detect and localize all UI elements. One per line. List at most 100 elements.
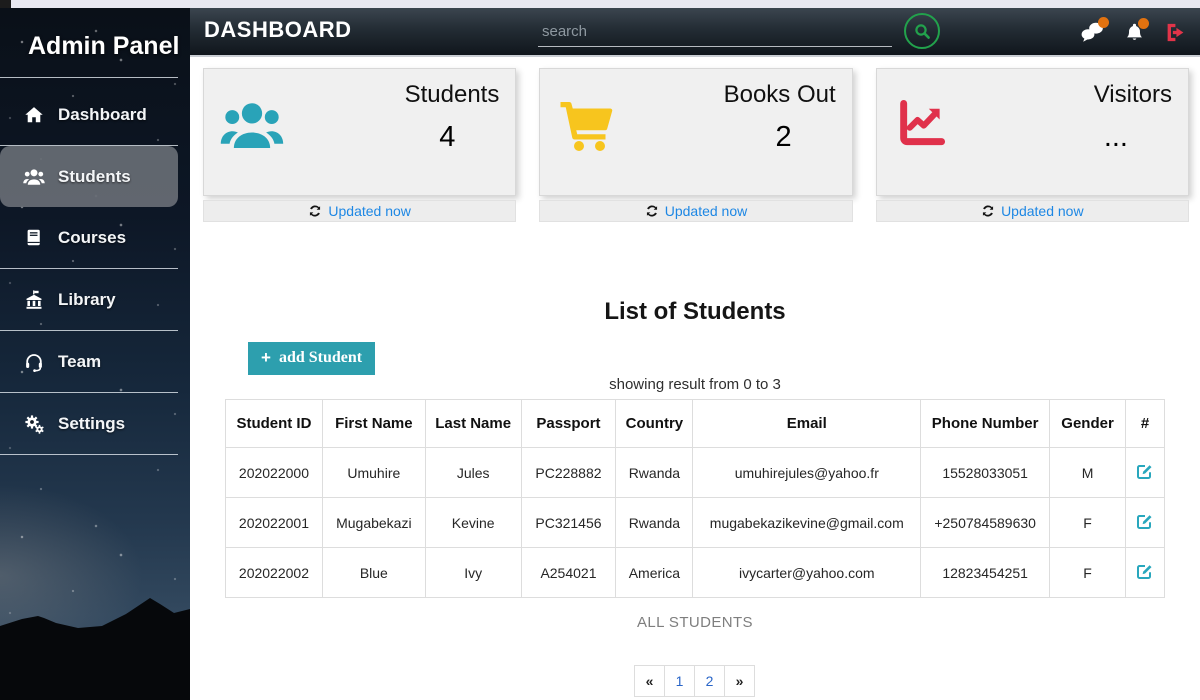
cell-country: America xyxy=(616,548,693,598)
pagination-page-2[interactable]: 2 xyxy=(694,665,725,697)
stat-card-visitors-body[interactable]: Visitors ... xyxy=(876,68,1189,196)
sidebar-item-team[interactable]: Team xyxy=(0,331,190,392)
window-edge-strip xyxy=(0,0,1200,8)
pagination-prev[interactable]: « xyxy=(634,665,665,697)
cell-last-name: Ivy xyxy=(425,548,521,598)
add-student-button[interactable]: + add Student xyxy=(248,342,375,375)
sidebar: Admin Panel Dashboard xyxy=(0,8,190,700)
edit-student-button[interactable] xyxy=(1136,462,1154,480)
cell-last-name: Jules xyxy=(425,448,521,498)
cell-phone: +250784589630 xyxy=(921,498,1050,548)
table-header-row: Student ID First Name Last Name Passport… xyxy=(226,400,1165,448)
stat-card-students-body[interactable]: Students 4 xyxy=(203,68,516,196)
card-value: 4 xyxy=(439,121,455,154)
cell-actions xyxy=(1126,548,1165,598)
cell-passport: PC321456 xyxy=(521,498,616,548)
library-building-icon xyxy=(22,289,45,310)
col-actions: # xyxy=(1126,400,1165,448)
cell-email: mugabekazikevine@gmail.com xyxy=(693,498,921,548)
cell-country: Rwanda xyxy=(616,498,693,548)
cell-student-id: 202022001 xyxy=(226,498,323,548)
cell-phone: 15528033051 xyxy=(921,448,1050,498)
edit-icon xyxy=(1136,512,1154,530)
cell-first-name: Mugabekazi xyxy=(322,498,425,548)
edit-student-button[interactable] xyxy=(1136,512,1154,530)
showing-results-text: showing result from 0 to 3 xyxy=(190,376,1200,393)
refresh-icon xyxy=(308,204,322,218)
home-icon xyxy=(22,104,45,125)
sidebar-item-label: Dashboard xyxy=(58,105,147,125)
col-email: Email xyxy=(693,400,921,448)
sidebar-item-dashboard[interactable]: Dashboard xyxy=(0,84,190,145)
users-icon xyxy=(22,166,45,187)
stat-card-books-body[interactable]: Books Out 2 xyxy=(539,68,852,196)
line-chart-icon xyxy=(893,97,949,183)
refresh-icon xyxy=(645,204,659,218)
cell-first-name: Blue xyxy=(322,548,425,598)
students-table: Student ID First Name Last Name Passport… xyxy=(225,399,1165,598)
table-row: 202022001 Mugabekazi Kevine PC321456 Rwa… xyxy=(226,498,1165,548)
notification-badge xyxy=(1138,18,1149,29)
logout-button[interactable] xyxy=(1164,22,1187,43)
sidebar-item-label: Settings xyxy=(58,414,125,434)
col-country: Country xyxy=(616,400,693,448)
col-phone: Phone Number xyxy=(921,400,1050,448)
search-icon xyxy=(914,23,931,40)
headset-icon xyxy=(22,351,45,372)
col-gender: Gender xyxy=(1050,400,1126,448)
divider xyxy=(0,454,178,455)
messages-button[interactable] xyxy=(1080,21,1105,43)
topbar: DASHBOARD xyxy=(190,8,1200,57)
divider xyxy=(0,330,178,331)
sidebar-item-courses[interactable]: Courses xyxy=(0,207,190,268)
cell-email: umuhirejules@yahoo.fr xyxy=(693,448,921,498)
card-title: Books Out xyxy=(724,81,836,109)
main-area: DASHBOARD xyxy=(190,8,1200,700)
list-of-students-heading: List of Students xyxy=(190,298,1200,326)
pagination: « 1 2 » xyxy=(190,665,1200,697)
page-title: DASHBOARD xyxy=(204,17,352,43)
sidebar-item-library[interactable]: Library xyxy=(0,269,190,330)
admin-panel-app: Admin Panel Dashboard xyxy=(0,8,1200,700)
table-row: 202022002 Blue Ivy A254021 America ivyca… xyxy=(226,548,1165,598)
cell-email: ivycarter@yahoo.com xyxy=(693,548,921,598)
col-first-name: First Name xyxy=(322,400,425,448)
cell-passport: A254021 xyxy=(521,548,616,598)
card-footer[interactable]: Updated now xyxy=(876,200,1189,222)
cell-student-id: 202022002 xyxy=(226,548,323,598)
pagination-next[interactable]: » xyxy=(724,665,755,697)
stat-card-visitors: Visitors ... Updated now xyxy=(876,68,1189,222)
table-row: 202022000 Umuhire Jules PC228882 Rwanda … xyxy=(226,448,1165,498)
users-icon xyxy=(220,97,284,183)
book-icon xyxy=(22,227,45,248)
stat-card-books: Books Out 2 Updated now xyxy=(539,68,852,222)
sidebar-item-settings[interactable]: Settings xyxy=(0,393,190,454)
card-title: Students xyxy=(405,81,500,109)
cell-gender: M xyxy=(1050,448,1126,498)
content: Students 4 Updated now xyxy=(190,57,1200,700)
cell-actions xyxy=(1126,498,1165,548)
search-button[interactable] xyxy=(904,13,940,49)
logout-icon xyxy=(1164,22,1187,43)
sidebar-nav: Dashboard Students xyxy=(0,84,190,455)
card-value: ... xyxy=(1104,121,1128,154)
notifications-button[interactable] xyxy=(1124,22,1145,43)
cell-country: Rwanda xyxy=(616,448,693,498)
search-input[interactable] xyxy=(538,16,892,47)
gears-icon xyxy=(22,413,45,434)
divider xyxy=(0,392,178,393)
col-passport: Passport xyxy=(521,400,616,448)
stat-cards-row: Students 4 Updated now xyxy=(190,57,1200,222)
card-footer[interactable]: Updated now xyxy=(539,200,852,222)
window-corner xyxy=(0,0,11,8)
edit-student-button[interactable] xyxy=(1136,562,1154,580)
pagination-page-1[interactable]: 1 xyxy=(664,665,695,697)
cell-student-id: 202022000 xyxy=(226,448,323,498)
card-footer[interactable]: Updated now xyxy=(203,200,516,222)
search-area xyxy=(538,13,940,49)
cell-passport: PC228882 xyxy=(521,448,616,498)
sidebar-item-students[interactable]: Students xyxy=(0,146,178,207)
updated-now-link: Updated now xyxy=(665,203,748,219)
cell-first-name: Umuhire xyxy=(322,448,425,498)
add-student-row: + add Student xyxy=(248,342,1200,375)
